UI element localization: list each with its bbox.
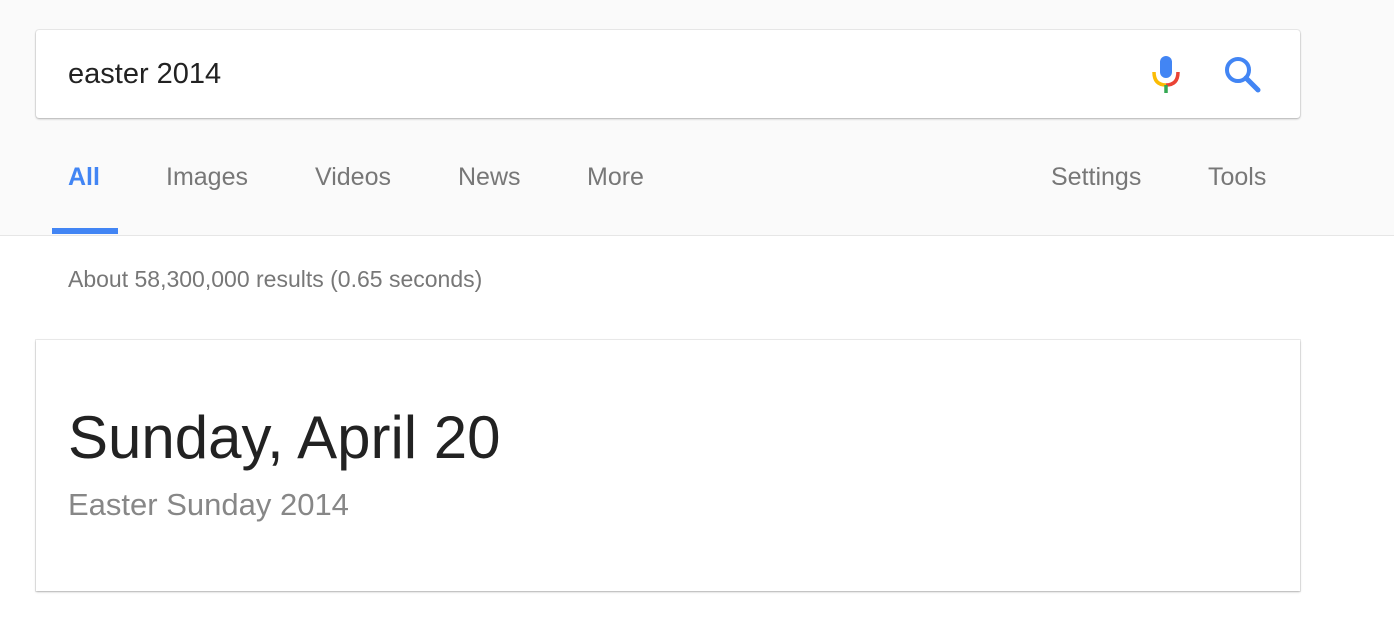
tab-videos[interactable]: Videos bbox=[315, 160, 391, 194]
tab-all[interactable]: All bbox=[68, 160, 100, 194]
tab-tools[interactable]: Tools bbox=[1208, 160, 1266, 194]
answer-title: Sunday, April 20 bbox=[68, 404, 501, 471]
active-tab-indicator bbox=[52, 228, 118, 234]
search-box bbox=[36, 30, 1300, 118]
answer-subtitle: Easter Sunday 2014 bbox=[68, 487, 349, 522]
tab-settings[interactable]: Settings bbox=[1051, 160, 1141, 194]
answer-card: Sunday, April 20 Easter Sunday 2014 bbox=[36, 340, 1300, 591]
tab-images[interactable]: Images bbox=[166, 160, 248, 194]
search-icon[interactable] bbox=[1222, 54, 1264, 96]
result-stats: About 58,300,000 results (0.65 seconds) bbox=[68, 266, 483, 292]
header-area: All Images Videos News More Settings Too… bbox=[0, 0, 1394, 236]
tab-more[interactable]: More bbox=[587, 160, 644, 194]
tab-news[interactable]: News bbox=[458, 160, 521, 194]
microphone-icon[interactable] bbox=[1144, 52, 1188, 96]
search-input[interactable] bbox=[68, 30, 1128, 118]
